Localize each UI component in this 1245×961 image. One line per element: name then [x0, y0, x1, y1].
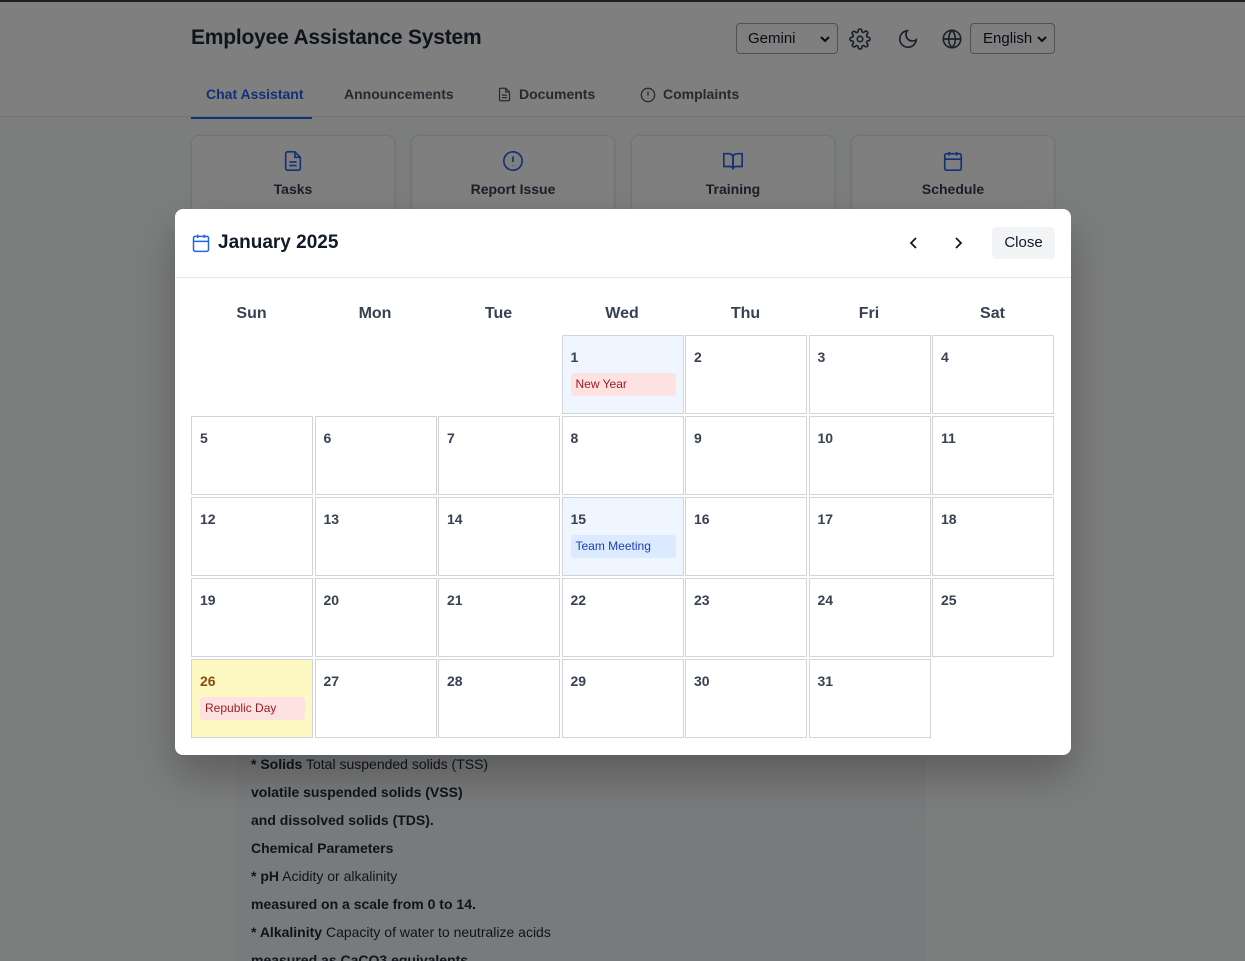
calendar-day-cell[interactable]: 19 [191, 578, 313, 657]
calendar-day-cell[interactable]: 18 [932, 497, 1054, 576]
day-number: 30 [694, 673, 710, 689]
weekday-label: Mon [358, 305, 392, 322]
day-number: 10 [817, 430, 834, 446]
day-number: 20 [323, 592, 340, 608]
calendar-day-cell[interactable]: 17 [808, 497, 931, 576]
day-number: 4 [941, 349, 949, 365]
calendar-day-cell[interactable]: 4 [932, 335, 1054, 414]
day-number: 2 [694, 349, 702, 365]
calendar-day-cell[interactable]: 25 [932, 578, 1054, 657]
calendar-day-cell[interactable]: 27 [314, 659, 437, 738]
day-number: 14 [447, 511, 463, 527]
day-number: 21 [447, 592, 463, 608]
calendar-month-title: January 2025 [218, 232, 339, 253]
close-button[interactable]: Close [992, 227, 1055, 259]
calendar-day-cell[interactable]: 8 [561, 416, 684, 495]
calendar-day-cell[interactable]: 1 New Year [561, 335, 684, 414]
calendar-event-badge[interactable]: Republic Day [200, 697, 305, 720]
day-number: 8 [570, 430, 579, 446]
calendar-day-cell[interactable]: 21 [438, 578, 560, 657]
day-number: 27 [323, 673, 340, 689]
calendar-day-cell[interactable]: 31 [808, 659, 931, 738]
calendar-day-cell[interactable]: 3 [808, 335, 931, 414]
chevron-right-icon [955, 237, 963, 249]
calendar-day-cell[interactable]: 9 [685, 416, 807, 495]
day-number: 12 [200, 511, 216, 527]
calendar-event-badge[interactable]: New Year [570, 373, 676, 396]
day-number: 18 [941, 511, 957, 527]
calendar-day-cell[interactable]: 23 [685, 578, 807, 657]
weekday-label: Sun [236, 305, 267, 322]
day-number: 26 [200, 673, 216, 689]
calendar-event-badge[interactable]: Team Meeting [570, 535, 676, 558]
day-number: 16 [694, 511, 710, 527]
day-number: 3 [817, 349, 826, 365]
weekday-label: Thu [730, 305, 761, 322]
next-month-button[interactable] [946, 231, 970, 255]
day-number: 7 [447, 430, 455, 446]
weekday-label: Tue [484, 305, 513, 322]
day-number: 9 [694, 430, 702, 446]
chevron-left-icon [909, 237, 917, 249]
day-number: 22 [570, 592, 587, 608]
day-number: 1 [570, 349, 579, 365]
calendar-day-cell[interactable]: 14 [438, 497, 560, 576]
calendar-day-cell[interactable]: 28 [438, 659, 560, 738]
day-number: 19 [200, 592, 216, 608]
calendar-day-cell[interactable]: 7 [438, 416, 560, 495]
day-number: 24 [817, 592, 834, 608]
calendar-day-cell[interactable]: 5 [191, 416, 313, 495]
calendar-day-cell[interactable]: 20 [314, 578, 437, 657]
calendar-day-cell[interactable]: 15 Team Meeting [561, 497, 684, 576]
calendar-day-cell[interactable]: 24 [808, 578, 931, 657]
day-number: 17 [817, 511, 834, 527]
calendar-day-cell[interactable]: 16 [685, 497, 807, 576]
calendar-modal: January 2025 Close Sun Mon Tue Wed Thu Fri Sat… [175, 209, 1071, 755]
calendar-day-cell[interactable]: 29 [561, 659, 684, 738]
day-number: 29 [570, 673, 587, 689]
calendar-day-cell[interactable]: 30 [685, 659, 807, 738]
day-number: 11 [941, 430, 956, 446]
calendar-icon [192, 234, 210, 253]
day-number: 31 [817, 673, 834, 689]
day-number: 5 [200, 430, 208, 446]
calendar-day-cell[interactable]: 13 [314, 497, 437, 576]
calendar-day-cell[interactable]: 26 Republic Day [191, 659, 313, 738]
calendar-day-cell[interactable]: 12 [191, 497, 313, 576]
day-number: 25 [941, 592, 957, 608]
weekday-label: Fri [858, 305, 880, 322]
calendar-day-cell[interactable]: 11 [932, 416, 1054, 495]
day-number: 23 [694, 592, 710, 608]
calendar-day-cell[interactable]: 10 [808, 416, 931, 495]
day-number: 28 [447, 673, 463, 689]
day-number: 6 [323, 430, 332, 446]
day-number: 13 [323, 511, 340, 527]
weekday-label: Wed [605, 305, 639, 322]
calendar-day-cell[interactable]: 6 [314, 416, 437, 495]
calendar-day-cell[interactable]: 2 [685, 335, 807, 414]
day-number: 15 [570, 511, 587, 527]
calendar-day-cell[interactable]: 22 [561, 578, 684, 657]
calendar-header: January 2025 Close [175, 209, 1071, 278]
weekday-label: Sat [980, 305, 1005, 322]
prev-month-button[interactable] [902, 231, 926, 255]
